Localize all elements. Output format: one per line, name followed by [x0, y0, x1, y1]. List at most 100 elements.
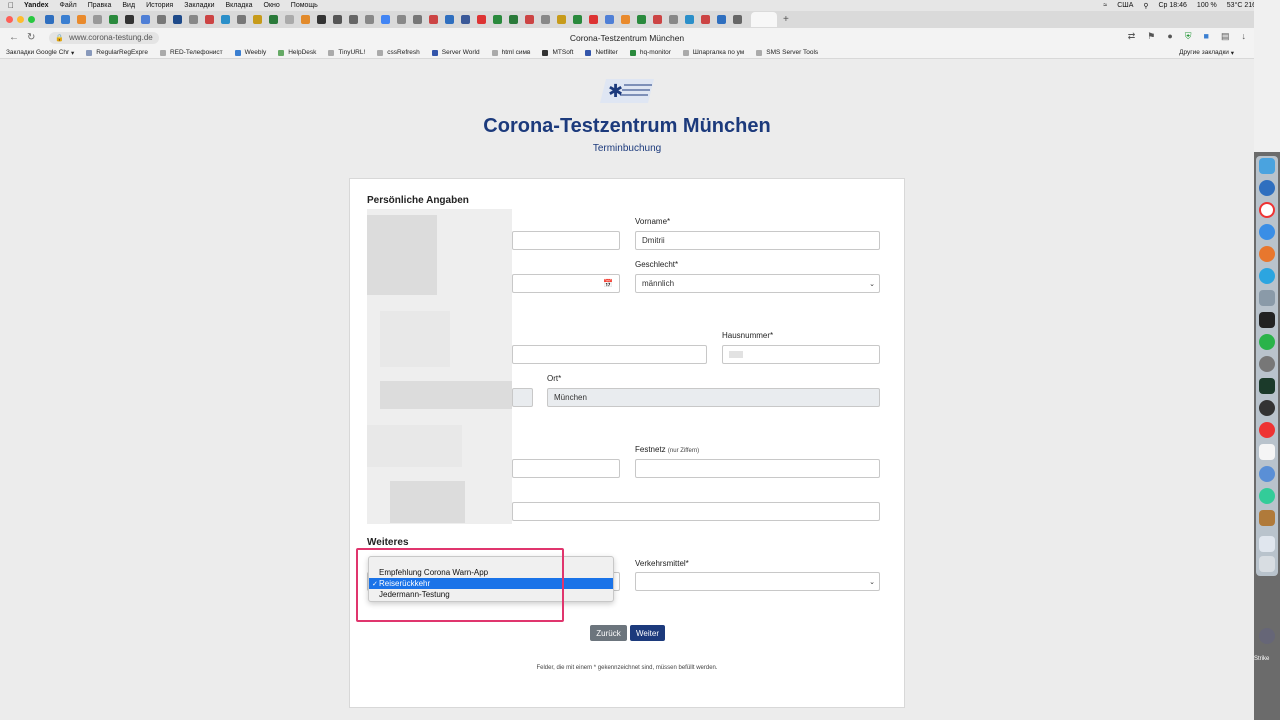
- tab-favicon[interactable]: [365, 15, 374, 24]
- evernote-icon[interactable]: [1259, 334, 1275, 350]
- tab-favicon[interactable]: [573, 15, 582, 24]
- vorname-input[interactable]: Dmitrii: [635, 231, 880, 250]
- tab-favicon[interactable]: [589, 15, 598, 24]
- menu-help[interactable]: Помощь: [291, 2, 318, 9]
- calendar-icon[interactable]: 📅: [603, 279, 613, 288]
- telegram-icon[interactable]: [1259, 268, 1275, 284]
- bookmark-item[interactable]: HelpDesk: [278, 49, 316, 56]
- extension-icon[interactable]: ●: [1167, 31, 1172, 42]
- tab-favicon[interactable]: [621, 15, 630, 24]
- tab-favicon[interactable]: [397, 15, 406, 24]
- phone-icon[interactable]: [1259, 400, 1275, 416]
- downloads-folder-icon[interactable]: [1259, 536, 1275, 552]
- tab-favicon[interactable]: [77, 15, 86, 24]
- tab-favicon[interactable]: [701, 15, 710, 24]
- other-bookmarks[interactable]: Другие закладки ▾: [1179, 49, 1234, 57]
- tab-favicon[interactable]: [109, 15, 118, 24]
- app-icon[interactable]: [1259, 488, 1275, 504]
- menu-bookmarks[interactable]: Закладки: [184, 2, 214, 9]
- mobile-input[interactable]: [512, 459, 620, 478]
- dropdown-option-selected[interactable]: ✓ Reiserückkehr: [369, 578, 613, 589]
- tab-favicon[interactable]: [221, 15, 230, 24]
- input-source[interactable]: США: [1117, 2, 1133, 9]
- tab-favicon[interactable]: [381, 15, 390, 24]
- bookmark-item[interactable]: Netfilter: [585, 49, 618, 56]
- tab-favicon[interactable]: [669, 15, 678, 24]
- tab-favicon[interactable]: [189, 15, 198, 24]
- menu-app-name[interactable]: Yandex: [24, 2, 49, 9]
- bookmark-item[interactable]: hq-monitor: [629, 49, 671, 56]
- tab-favicon[interactable]: [525, 15, 534, 24]
- tab-favicon[interactable]: [237, 15, 246, 24]
- close-window-icon[interactable]: [6, 16, 13, 23]
- menu-file[interactable]: Файл: [60, 2, 77, 9]
- apple-icon[interactable]: : [8, 1, 14, 10]
- wifi-icon[interactable]: ≈: [1103, 2, 1107, 9]
- plz-input[interactable]: [512, 388, 533, 407]
- desktop-app-icon[interactable]: [1259, 628, 1275, 644]
- app-icon[interactable]: [1259, 290, 1275, 306]
- tab-favicon[interactable]: [653, 15, 662, 24]
- tab-favicon[interactable]: [333, 15, 342, 24]
- tab-favicon[interactable]: [173, 15, 182, 24]
- new-tab-icon[interactable]: +: [783, 14, 789, 25]
- trash-icon[interactable]: [1259, 556, 1275, 572]
- tab-favicon[interactable]: [493, 15, 502, 24]
- tab-favicon[interactable]: [125, 15, 134, 24]
- download-icon[interactable]: ↓: [1242, 31, 1247, 42]
- tab-favicon[interactable]: [445, 15, 454, 24]
- dropdown-option[interactable]: Jedermann-Testung: [369, 589, 613, 600]
- tab-favicon[interactable]: [93, 15, 102, 24]
- app-icon[interactable]: [1259, 422, 1275, 438]
- clock[interactable]: Ср 18:46: [1159, 2, 1187, 9]
- tab-favicon[interactable]: [269, 15, 278, 24]
- hausnummer-input[interactable]: [722, 345, 880, 364]
- tab-favicon[interactable]: [429, 15, 438, 24]
- bookmark-item[interactable]: MTSoft: [542, 49, 573, 56]
- tab-favicon[interactable]: [717, 15, 726, 24]
- bookmark-item[interactable]: Закладки Google Chr ▾: [6, 49, 74, 57]
- tab-favicon[interactable]: [605, 15, 614, 24]
- back-button[interactable]: Zurück: [590, 625, 627, 641]
- street-input[interactable]: [512, 345, 707, 364]
- search-icon[interactable]: ⚲: [1143, 2, 1148, 10]
- activity-monitor-icon[interactable]: [1259, 378, 1275, 394]
- safari-icon[interactable]: [1259, 224, 1275, 240]
- tab-favicon[interactable]: [253, 15, 262, 24]
- dropdown-option[interactable]: Empfehlung Corona Warn-App: [369, 567, 613, 578]
- app-icon[interactable]: [1259, 510, 1275, 526]
- menu-edit[interactable]: Правка: [88, 2, 112, 9]
- bookmark-item[interactable]: RED-Телефонист: [159, 49, 223, 56]
- tab-favicon[interactable]: [45, 15, 54, 24]
- minimize-window-icon[interactable]: [17, 16, 24, 23]
- bookmark-item[interactable]: Шпаргалка по ум: [682, 49, 744, 56]
- menu-window[interactable]: Окно: [264, 2, 280, 9]
- active-tab[interactable]: [751, 12, 777, 27]
- tab-favicon[interactable]: [413, 15, 422, 24]
- tab-favicon[interactable]: [205, 15, 214, 24]
- tab-favicon[interactable]: [461, 15, 470, 24]
- launchpad-icon[interactable]: [1259, 180, 1275, 196]
- bookmark-item[interactable]: Server World: [431, 49, 480, 56]
- ort-input[interactable]: München: [547, 388, 880, 407]
- birthdate-input[interactable]: 📅: [512, 274, 620, 293]
- bookmark-item[interactable]: html симв: [491, 49, 530, 56]
- verkehrsmittel-select[interactable]: ⌄: [635, 572, 880, 591]
- tab-favicon[interactable]: [301, 15, 310, 24]
- translate-icon[interactable]: ⇄: [1128, 31, 1136, 42]
- yandex-browser-icon[interactable]: [1259, 202, 1275, 218]
- menu-history[interactable]: История: [146, 2, 173, 9]
- system-preferences-icon[interactable]: [1259, 356, 1275, 372]
- next-button[interactable]: Weiter: [630, 625, 665, 641]
- bookmark-item[interactable]: cssRefresh: [377, 49, 420, 56]
- finder-icon[interactable]: [1259, 158, 1275, 174]
- tab-favicon[interactable]: [141, 15, 150, 24]
- zoom-window-icon[interactable]: [28, 16, 35, 23]
- tab-favicon[interactable]: [733, 15, 742, 24]
- tab-favicon[interactable]: [557, 15, 566, 24]
- tab-favicon[interactable]: [157, 15, 166, 24]
- extension-icon[interactable]: ■: [1204, 31, 1209, 42]
- geschlecht-select[interactable]: männlich ⌄: [635, 274, 880, 293]
- terminal-icon[interactable]: [1259, 312, 1275, 328]
- bookmark-icon[interactable]: ⚑: [1147, 31, 1155, 42]
